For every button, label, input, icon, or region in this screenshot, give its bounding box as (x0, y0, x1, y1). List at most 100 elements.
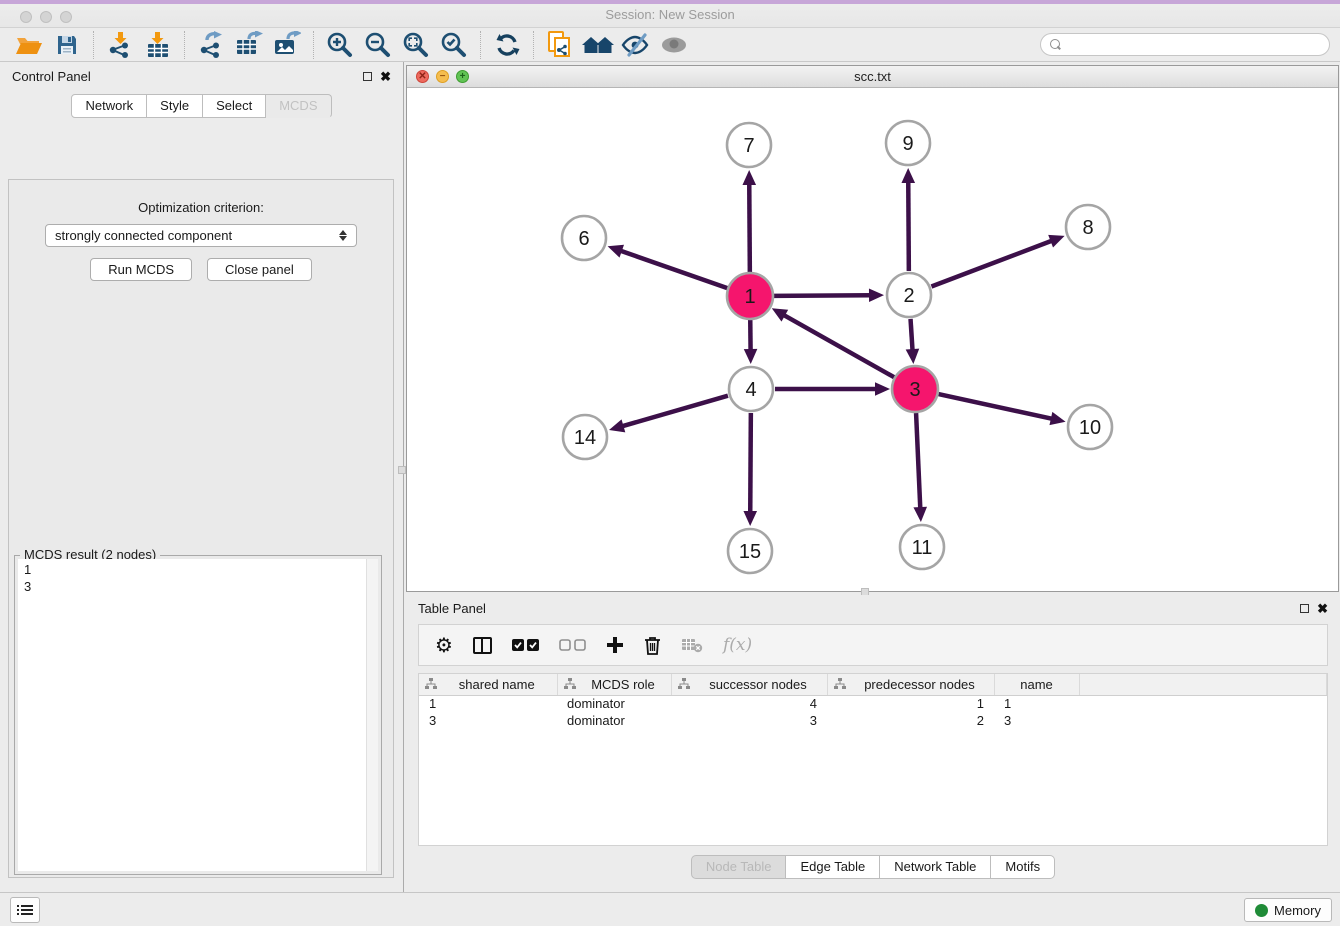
graph-node-label: 8 (1082, 217, 1093, 239)
tab-network[interactable]: Network (71, 94, 147, 118)
tab-motifs[interactable]: Motifs (991, 855, 1055, 879)
edge-arrowhead (869, 288, 884, 302)
graph-edge[interactable] (911, 319, 913, 351)
delete-column-icon[interactable] (644, 632, 661, 658)
graph-edge[interactable] (908, 181, 909, 271)
application-window: Session: New Session (0, 0, 1340, 926)
tab-edge-table[interactable]: Edge Table (786, 855, 880, 879)
export-image-icon[interactable] (268, 29, 306, 61)
graph-edge[interactable] (622, 396, 728, 427)
table-cell[interactable]: 3 (994, 712, 1079, 729)
control-panel: Control Panel ✖ Network Style Select MCD… (0, 62, 404, 892)
toolbar-separator (313, 31, 314, 59)
table-cell[interactable]: dominator (557, 695, 671, 712)
open-session-icon[interactable] (10, 29, 48, 61)
graph-node-label: 4 (745, 379, 756, 401)
import-network-icon[interactable] (101, 29, 139, 61)
graph-edge[interactable] (938, 394, 1052, 419)
zoom-in-icon[interactable] (321, 29, 359, 61)
graph-node-label: 6 (578, 228, 589, 250)
zoom-selected-icon[interactable] (435, 29, 473, 61)
optimization-criterion-select[interactable]: strongly connected component (45, 224, 357, 247)
table-cell[interactable]: 1 (994, 695, 1079, 712)
table-cell[interactable]: 3 (419, 712, 557, 729)
network-canvas[interactable]: 7968124314101511 (407, 88, 1338, 591)
graph-node-label: 11 (912, 537, 933, 559)
edge-arrowhead (744, 349, 758, 364)
status-bar: Memory (0, 892, 1340, 926)
graph-edge[interactable] (749, 183, 750, 272)
column-header[interactable]: shared name (419, 674, 557, 695)
table-settings-icon[interactable]: ⚙ (435, 632, 453, 658)
toolbar-separator (533, 31, 534, 59)
search-input[interactable] (1066, 38, 1320, 52)
tab-network-table[interactable]: Network Table (880, 855, 991, 879)
tab-select[interactable]: Select (203, 94, 266, 118)
graph-edge[interactable] (916, 413, 920, 509)
deselect-all-columns-icon[interactable] (559, 632, 586, 658)
close-table-panel-icon[interactable]: ✖ (1317, 604, 1328, 613)
export-network-icon[interactable] (192, 29, 230, 61)
graph-node-label: 9 (902, 133, 913, 155)
table-cell[interactable]: 1 (419, 695, 557, 712)
float-table-panel-icon[interactable] (1300, 604, 1309, 613)
edge-arrowhead (1048, 235, 1064, 248)
mcds-result-list[interactable]: 1 3 (18, 559, 366, 871)
table-toolbar: ⚙ f(x) (418, 624, 1328, 666)
mcds-result-line: 1 (24, 561, 360, 578)
close-panel-button[interactable]: Close panel (207, 258, 312, 281)
show-panel-list-button[interactable] (10, 897, 40, 923)
table-cell[interactable]: dominator (557, 712, 671, 729)
network-window-title: scc.txt (407, 69, 1338, 84)
tab-node-table[interactable]: Node Table (691, 855, 787, 879)
memory-button[interactable]: Memory (1244, 898, 1332, 922)
table-cell[interactable]: 4 (671, 695, 827, 712)
column-header[interactable]: successor nodes (671, 674, 827, 695)
mcds-panel: Optimization criterion: strongly connect… (8, 179, 394, 878)
column-header[interactable]: name (994, 674, 1079, 695)
hide-selected-icon[interactable] (617, 29, 655, 61)
table-row[interactable]: 1dominator411 (419, 695, 1327, 712)
refresh-icon[interactable] (488, 29, 526, 61)
search-field[interactable] (1040, 33, 1330, 56)
zoom-out-icon[interactable] (359, 29, 397, 61)
show-columns-icon[interactable] (473, 632, 492, 658)
graph-edge[interactable] (931, 240, 1052, 286)
select-all-columns-icon[interactable] (512, 632, 539, 658)
table-cell[interactable]: 1 (827, 695, 994, 712)
graph-edge[interactable] (783, 315, 894, 378)
network-graph[interactable]: 7968124314101511 (407, 88, 1338, 591)
column-header[interactable]: predecessor nodes (827, 674, 994, 695)
save-session-icon[interactable] (48, 29, 86, 61)
tab-mcds[interactable]: MCDS (266, 94, 331, 118)
tab-style[interactable]: Style (147, 94, 203, 118)
graph-edge[interactable] (750, 413, 751, 513)
clone-network-icon[interactable] (541, 29, 579, 61)
table-row[interactable]: 3dominator323 (419, 712, 1327, 729)
table-cell[interactable]: 2 (827, 712, 994, 729)
export-table-icon[interactable] (230, 29, 268, 61)
run-mcds-button[interactable]: Run MCDS (90, 258, 192, 281)
graph-edge[interactable] (774, 295, 871, 296)
optimization-criterion-label: Optimization criterion: (9, 200, 393, 215)
column-header[interactable]: MCDS role (557, 674, 671, 695)
edge-arrowhead (608, 245, 624, 258)
home-icon[interactable] (579, 29, 617, 61)
graph-edge[interactable] (620, 251, 727, 289)
add-column-icon[interactable] (606, 632, 624, 658)
panel-divider-grabber[interactable] (398, 466, 406, 474)
table-cell[interactable]: 3 (671, 712, 827, 729)
table-body: 1dominator4113dominator323 (419, 695, 1327, 729)
float-panel-icon[interactable] (363, 72, 372, 81)
edge-arrowhead (1049, 412, 1065, 425)
close-panel-icon[interactable]: ✖ (380, 72, 391, 81)
result-scrollbar[interactable] (366, 559, 378, 871)
import-table-icon[interactable] (139, 29, 177, 61)
network-window-titlebar[interactable]: ✕ − + scc.txt (407, 66, 1338, 88)
mcds-result-line: 3 (24, 578, 360, 595)
zoom-fit-icon[interactable] (397, 29, 435, 61)
list-icon (17, 903, 33, 917)
edge-arrowhead (913, 507, 927, 522)
show-all-icon[interactable] (655, 29, 693, 61)
memory-status-dot (1255, 904, 1268, 917)
